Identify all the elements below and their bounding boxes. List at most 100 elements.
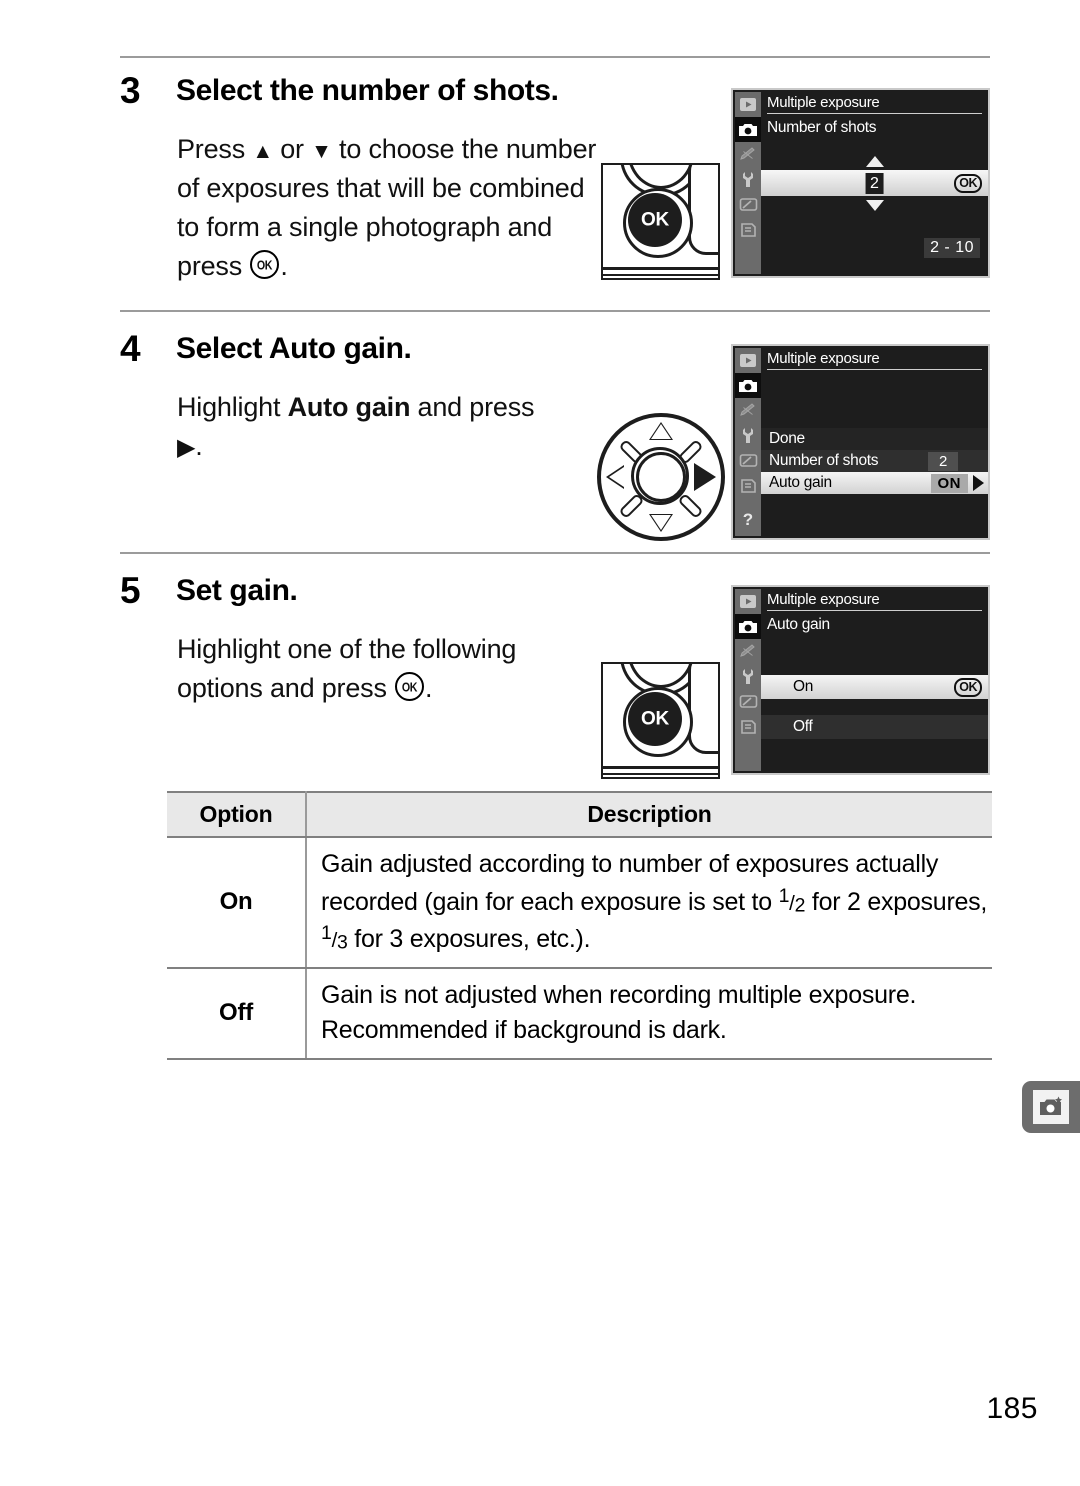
step-4-body: Highlight Auto gain and press . [177, 388, 607, 466]
ok-button-icon [250, 250, 280, 280]
ok-button-photo-step5 [601, 662, 720, 779]
setup-menu-tab-icon[interactable] [735, 423, 761, 448]
custom-settings-tab-icon[interactable] [735, 398, 761, 423]
lcd-title: Multiple exposure [767, 350, 982, 370]
step-4-body-bold: Auto gain [287, 392, 411, 422]
multi-selector-illustration [597, 413, 725, 541]
camera-star-icon [1033, 1090, 1069, 1124]
col-header-option: Option [167, 791, 307, 838]
step-4-body-suffix: . [195, 431, 203, 462]
lcd-title: Multiple exposure [767, 94, 982, 114]
retouch-tab-icon[interactable] [735, 192, 761, 217]
triangle-up-icon [252, 134, 273, 164]
menu-row-auto-gain[interactable]: Auto gain ON [761, 472, 988, 494]
step-3-body-mid: or [272, 134, 312, 164]
ok-badge: OK [954, 173, 982, 193]
lcd-auto-gain: Multiple exposure Auto gain On OK Off [731, 585, 990, 775]
option-description-on: Gain adjusted according to number of exp… [306, 837, 992, 969]
lcd-subtitle: Number of shots [767, 119, 877, 136]
setup-menu-tab-icon[interactable] [735, 167, 761, 192]
help-question-mark: ? [742, 510, 754, 529]
table-row: On Gain adjusted according to number of … [167, 837, 992, 969]
option-name-off: Off [167, 967, 307, 1060]
lcd-number-of-shots: Multiple exposure Number of shots 2 OK 2… [731, 88, 990, 278]
menu-tab-strip: ? [735, 348, 761, 536]
step-5-title: Set gain. [176, 574, 298, 607]
lcd-multiple-exposure-menu: ? Multiple exposure Done Number of shots… [731, 344, 990, 540]
shooting-menu-tab-icon[interactable] [735, 614, 761, 639]
step-4-title-bold: Auto gain [268, 332, 404, 365]
manual-page: 3 Select the number of shots. Press or t… [0, 0, 1080, 1486]
menu-row-number-of-shots[interactable]: Number of shots 2 [761, 450, 988, 472]
camera-base-line [603, 766, 718, 769]
menu-row-label: Number of shots [769, 452, 879, 469]
fraction-one-half: 1/2 [778, 884, 806, 917]
step-3-body-suffix: . [280, 251, 288, 282]
menu-row-label: Auto gain [769, 474, 832, 491]
recent-settings-tab-icon[interactable] [735, 473, 761, 498]
lcd-content: Multiple exposure Number of shots 2 OK 2… [761, 90, 988, 276]
step-4-title: Select Auto gain. [176, 332, 412, 365]
menu-row-done[interactable]: Done [761, 428, 988, 450]
option-row-off[interactable]: Off [761, 715, 988, 739]
shots-range-badge: 2 - 10 [924, 238, 980, 258]
camera-base-line-2 [603, 773, 718, 775]
side-tab-marker [1022, 1081, 1080, 1133]
lcd-content: Multiple exposure Done Number of shots 2… [761, 346, 988, 538]
step-4-body-mid: and press [410, 392, 535, 422]
multi-selector-down-icon[interactable] [651, 515, 671, 530]
lcd-title: Multiple exposure [767, 591, 982, 611]
shooting-menu-tab-icon[interactable] [735, 117, 761, 142]
fraction-one-third: 1/3 [321, 922, 348, 954]
menu-row-value: ON [930, 473, 968, 493]
step-5-body-suffix: . [425, 673, 433, 704]
camera-side-edge [688, 664, 718, 754]
multi-selector-right-icon[interactable] [694, 463, 716, 491]
shots-value: 2 [865, 172, 884, 194]
ok-button-photo-step3 [601, 163, 720, 280]
recent-settings-tab-icon[interactable] [735, 714, 761, 739]
menu-row-label: Done [769, 430, 805, 447]
options-table: Option Description On Gain adjusted acco… [167, 791, 992, 1060]
desc-part-3: for 3 exposures, etc.). [347, 925, 591, 954]
step-5-body-prefix: Highlight one of the following options a… [177, 634, 517, 704]
shooting-menu-tab-icon[interactable] [735, 373, 761, 398]
step-4-title-end: . [403, 332, 412, 365]
step-3-body: Press or to choose the number of exposur… [177, 130, 597, 287]
playback-tab-icon[interactable] [735, 348, 761, 373]
frac-den: 2 [794, 894, 806, 917]
divider-top [120, 56, 990, 58]
option-description-off: Gain is not adjusted when recording mult… [306, 967, 992, 1060]
frac-den: 3 [337, 931, 348, 954]
frac-num: 1 [321, 922, 332, 945]
multi-selector-left-icon[interactable] [609, 467, 624, 487]
ok-button-icon [395, 672, 425, 702]
table-row: Off Gain is not adjusted when recording … [167, 967, 992, 1060]
retouch-tab-icon[interactable] [735, 448, 761, 473]
desc-part-2: for 2 exposures, [805, 887, 988, 916]
frac-num: 1 [778, 884, 790, 907]
custom-settings-tab-icon[interactable] [735, 142, 761, 167]
camera-base-line-2 [603, 274, 718, 276]
setup-menu-tab-icon[interactable] [735, 664, 761, 689]
multi-selector-up-icon[interactable] [651, 424, 671, 439]
retouch-tab-icon[interactable] [735, 689, 761, 714]
ok-badge: OK [954, 677, 982, 697]
spin-up-caret-icon[interactable] [865, 156, 884, 167]
step-5-number: 5 [120, 570, 141, 611]
step-3-number: 3 [120, 70, 141, 111]
help-tab-icon[interactable]: ? [735, 507, 761, 532]
step-5-body: Highlight one of the following options a… [177, 630, 607, 708]
camera-base-line [603, 267, 718, 270]
recent-settings-tab-icon[interactable] [735, 217, 761, 242]
option-row-on[interactable]: On OK [761, 675, 988, 699]
step-4-body-prefix: Highlight [177, 392, 288, 422]
triangle-down-icon [311, 134, 332, 164]
playback-tab-icon[interactable] [735, 92, 761, 117]
spin-down-caret-icon[interactable] [865, 200, 884, 211]
ok-button-knob [628, 692, 682, 746]
playback-tab-icon[interactable] [735, 589, 761, 614]
custom-settings-tab-icon[interactable] [735, 639, 761, 664]
shots-spinbox[interactable]: 2 OK [761, 170, 988, 196]
page-number: 185 [986, 1392, 1038, 1425]
